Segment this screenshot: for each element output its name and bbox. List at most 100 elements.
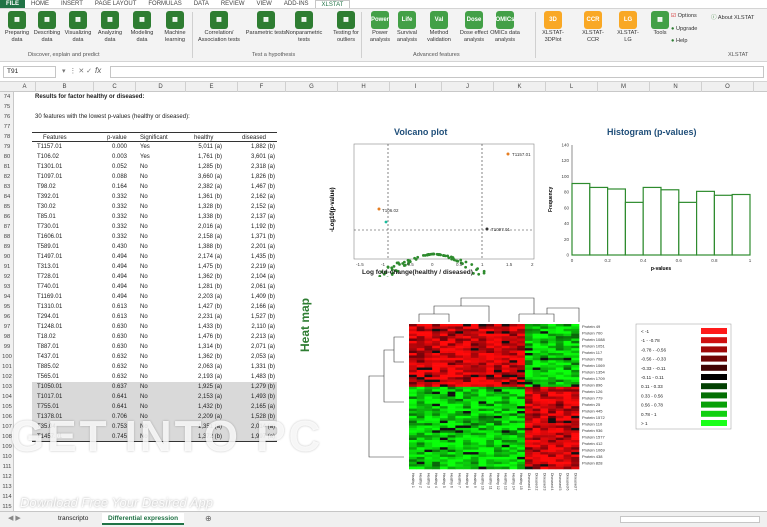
row-header[interactable]: 81 [0, 162, 14, 172]
row-header[interactable]: 95 [0, 302, 14, 312]
tab-insert[interactable]: INSERT [55, 0, 89, 8]
tab-page-layout[interactable]: PAGE LAYOUT [89, 0, 142, 8]
row-header[interactable]: 91 [0, 262, 14, 272]
ribbon-button-machine-learning[interactable]: ▦ Machine learning [160, 11, 190, 43]
row-header[interactable]: 84 [0, 192, 14, 202]
tab-file[interactable]: FILE [0, 0, 25, 8]
row-header[interactable]: 94 [0, 292, 14, 302]
column-header[interactable]: D [136, 82, 186, 92]
tab-data[interactable]: DATA [188, 0, 215, 8]
row-header[interactable]: 79 [0, 142, 14, 152]
sheet-nav-arrows[interactable]: ◀ ▶ [8, 514, 21, 522]
horizontal-scrollbar[interactable] [620, 516, 760, 523]
row-header[interactable]: 76 [0, 112, 14, 122]
ribbon-button-xlstat-ccr[interactable]: CCR XLSTAT- CCR [578, 11, 608, 43]
column-header[interactable]: J [442, 82, 494, 92]
column-header[interactable]: G [286, 82, 338, 92]
row-header[interactable]: 83 [0, 182, 14, 192]
column-header[interactable]: M [598, 82, 650, 92]
ribbon-button-xlstat-3dplot[interactable]: 3D XLSTAT-3DPlot [538, 11, 568, 43]
row-header[interactable]: 90 [0, 252, 14, 262]
tab-review[interactable]: REVIEW [215, 0, 251, 8]
row-header[interactable]: 114 [0, 492, 14, 502]
row-header[interactable]: 88 [0, 232, 14, 242]
ribbon-button-xlstat-lg[interactable]: LG XLSTAT- LG [613, 11, 643, 43]
column-header[interactable]: O [702, 82, 754, 92]
row-header[interactable]: 89 [0, 242, 14, 252]
row-header[interactable]: 98 [0, 332, 14, 342]
row-header[interactable]: 103 [0, 382, 14, 392]
row-header[interactable]: 99 [0, 342, 14, 352]
column-header[interactable]: P [754, 82, 767, 92]
column-header[interactable]: I [390, 82, 442, 92]
column-header[interactable]: A [14, 82, 36, 92]
row-header[interactable]: 93 [0, 282, 14, 292]
column-header[interactable]: C [94, 82, 136, 92]
row-header[interactable]: 96 [0, 312, 14, 322]
row-header[interactable]: 105 [0, 402, 14, 412]
name-box[interactable]: T91 [3, 66, 56, 78]
row-header[interactable]: 82 [0, 172, 14, 182]
ribbon-button-omics-data-analysis[interactable]: OMICs OMICs data analysis [490, 11, 520, 43]
ribbon-button-parametric-tests[interactable]: ▦ Parametric tests [245, 11, 287, 37]
ribbon-button-describing-data[interactable]: ▦ Describing data [32, 11, 62, 43]
row-header[interactable]: 97 [0, 322, 14, 332]
fx-icon[interactable]: fx [95, 66, 101, 75]
ribbon-button-correlation-association-tests[interactable]: ▦ Correlation/ Association tests [198, 11, 240, 43]
row-header[interactable]: 101 [0, 362, 14, 372]
help-button[interactable]: ● Help [671, 38, 687, 44]
ribbon-button-survival-analysis[interactable]: Life Survival analysis [392, 11, 422, 43]
row-header[interactable]: 78 [0, 132, 14, 142]
column-header[interactable]: B [36, 82, 94, 92]
row-header[interactable]: 85 [0, 202, 14, 212]
upgrade-button[interactable]: ● Upgrade [671, 26, 697, 32]
ribbon-button-modeling-data[interactable]: ▦ Modeling data [127, 11, 157, 43]
add-sheet-icon[interactable]: ⊕ [205, 514, 212, 523]
row-header[interactable]: 75 [0, 102, 14, 112]
row-header[interactable]: 100 [0, 352, 14, 362]
heatmap-cell [571, 420, 580, 424]
heatmap-cell [540, 374, 549, 378]
sheet-tab-transcripto[interactable]: transcripto [52, 513, 94, 525]
row-header[interactable]: 80 [0, 152, 14, 162]
row-header[interactable]: 111 [0, 462, 14, 472]
column-header[interactable]: E [186, 82, 238, 92]
tab-xlstat[interactable]: XLSTAT [314, 0, 351, 8]
row-header[interactable]: 87 [0, 222, 14, 232]
row-header[interactable]: 115 [0, 502, 14, 511]
heatmap-cell [524, 331, 533, 334]
row-header[interactable]: 104 [0, 392, 14, 402]
row-header[interactable]: 77 [0, 122, 14, 132]
row-header[interactable]: 92 [0, 272, 14, 282]
tab-view[interactable]: VIEW [251, 0, 278, 8]
column-header[interactable]: N [650, 82, 702, 92]
heatmap-cell [494, 418, 503, 421]
row-header[interactable]: 113 [0, 482, 14, 492]
formula-controls[interactable]: ▾ ⋮ ✕ ✓ [62, 67, 92, 75]
ribbon-button-dose-effect-analysis[interactable]: Dose Dose effect analysis [459, 11, 489, 43]
row-header[interactable]: 86 [0, 212, 14, 222]
row-header[interactable]: 74 [0, 92, 14, 102]
column-header[interactable]: H [338, 82, 390, 92]
tab-home[interactable]: HOME [25, 0, 55, 8]
ribbon-button-method-validation[interactable]: Val Method validation [424, 11, 454, 43]
column-header[interactable]: F [238, 82, 286, 92]
formula-input[interactable] [110, 66, 764, 78]
row-header[interactable]: 102 [0, 372, 14, 382]
about-button[interactable]: ⓘ About XLSTAT [711, 13, 754, 21]
tab-formulas[interactable]: FORMULAS [142, 0, 187, 8]
column-header[interactable]: K [494, 82, 546, 92]
ribbon-button-nonparametric-tests[interactable]: ▦ Nonparametric tests [283, 11, 325, 43]
ribbon-button-preparing-data[interactable]: ▦ Preparing data [2, 11, 32, 43]
row-header[interactable]: 112 [0, 472, 14, 482]
table-cell: 1,493 (b) [250, 394, 275, 400]
column-header[interactable]: L [546, 82, 598, 92]
sheet-tab-differential-expression[interactable]: Differential expression [102, 513, 185, 525]
ribbon-button-power-analysis[interactable]: Power Power analysis [365, 11, 395, 43]
heatmap-cell [409, 408, 418, 412]
options-button[interactable]: ☑ Options [671, 13, 697, 19]
ribbon-button-analyzing-data[interactable]: ▦ Analyzing data [95, 11, 125, 43]
heatmap-cell [563, 418, 572, 421]
tab-add-ins[interactable]: ADD-INS [278, 0, 315, 8]
ribbon-button-visualizing-data[interactable]: ▦ Visualizing data [63, 11, 93, 43]
